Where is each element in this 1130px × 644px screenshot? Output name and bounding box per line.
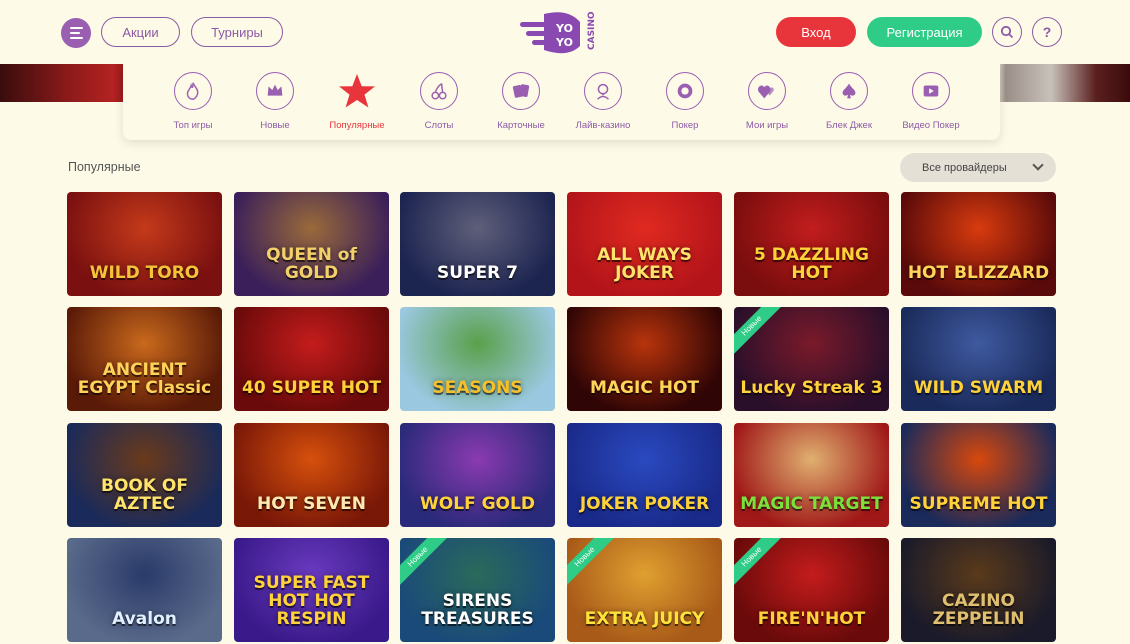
new-badge: Новые	[567, 538, 619, 591]
chevron-down-icon	[1032, 159, 1044, 171]
provider-filter-dropdown[interactable]: Все провайдеры	[900, 153, 1056, 182]
game-tile[interactable]: JOKER POKER	[567, 423, 722, 527]
game-tile[interactable]: ANCIENT EGYPT Classic	[67, 307, 222, 411]
promotions-button[interactable]: Акции	[101, 17, 180, 47]
star-icon	[338, 72, 376, 110]
game-title: 40 SUPER HOT	[242, 378, 381, 398]
game-title: CAZINO ZEPPELIN	[932, 591, 1025, 629]
game-title: HOT BLIZZARD	[907, 263, 1050, 283]
game-tile[interactable]: SIRENS TREASURES Новые	[400, 538, 555, 642]
flame-icon	[174, 72, 212, 110]
category-star[interactable]: Популярные	[316, 72, 398, 131]
game-title: EXTRA JUICY	[584, 609, 705, 629]
provider-filter-label: Все провайдеры	[922, 161, 1007, 174]
category-label: Блек Джек	[826, 120, 872, 131]
game-tile[interactable]: WILD TORO	[67, 192, 222, 296]
game-tile[interactable]: ALL WAYS JOKER	[567, 192, 722, 296]
game-title: SUPER FAST HOT HOT RESPIN	[253, 573, 370, 629]
category-label: Лайв-казино	[575, 120, 631, 131]
category-dealer[interactable]: Лайв-казино	[562, 72, 644, 131]
help-icon[interactable]: ?	[1032, 17, 1062, 47]
game-tile[interactable]: FIRE'N'HOT Новые	[734, 538, 889, 642]
game-tile[interactable]: QUEEN of GOLD	[234, 192, 389, 296]
category-cards[interactable]: Карточные	[480, 72, 562, 131]
hamburger-menu-icon[interactable]	[61, 18, 91, 48]
tournaments-button[interactable]: Турниры	[191, 17, 283, 47]
game-title: Avalon	[112, 609, 177, 629]
category-label: Мои игры	[745, 120, 789, 131]
new-badge: Новые	[734, 538, 786, 591]
game-tile[interactable]: SEASONS	[400, 307, 555, 411]
svg-text:CASINO: CASINO	[587, 11, 597, 50]
game-tile[interactable]: SUPER FAST HOT HOT RESPIN	[234, 538, 389, 642]
game-tile[interactable]: EXTRA JUICY Новые	[567, 538, 722, 642]
game-tile[interactable]: HOT BLIZZARD	[901, 192, 1056, 296]
poker-chip-icon	[666, 72, 704, 110]
category-label: Слоты	[424, 120, 454, 131]
game-tile[interactable]: WOLF GOLD	[400, 423, 555, 527]
game-tile[interactable]: 5 DAZZLING HOT	[734, 192, 889, 296]
game-title: SEASONS	[432, 378, 523, 398]
game-tile[interactable]: Lucky Streak 3 Новые	[734, 307, 889, 411]
game-tile[interactable]: MAGIC TARGET	[734, 423, 889, 527]
game-tile[interactable]: SUPER 7	[400, 192, 555, 296]
game-tile[interactable]: CAZINO ZEPPELIN	[901, 538, 1056, 642]
new-badge: Новые	[734, 307, 786, 360]
game-tile[interactable]: HOT SEVEN	[234, 423, 389, 527]
new-badge: Новые	[400, 538, 452, 591]
register-button[interactable]: Регистрация	[867, 17, 982, 47]
game-title: WILD TORO	[89, 263, 200, 283]
category-label: Новые	[260, 120, 290, 131]
game-title: WILD SWARM	[913, 378, 1044, 398]
game-tile[interactable]: MAGIC HOT	[567, 307, 722, 411]
category-menu: Топ игры Новые Популярные Слоты Карточные Лай…	[123, 64, 1000, 140]
category-cherries[interactable]: Слоты	[398, 72, 480, 131]
category-poker-chip[interactable]: Покер	[644, 72, 726, 131]
game-tile[interactable]: BOOK OF AZTEC	[67, 423, 222, 527]
game-tile[interactable]: 40 SUPER HOT	[234, 307, 389, 411]
cards-icon	[502, 72, 540, 110]
game-title: HOT SEVEN	[256, 494, 367, 514]
game-title: SIRENS TREASURES	[421, 591, 534, 629]
category-label: Видео Покер	[902, 120, 960, 131]
hearts-icon	[748, 72, 786, 110]
cherries-icon	[420, 72, 458, 110]
svg-text:YO: YO	[555, 36, 573, 49]
category-crown[interactable]: Новые	[234, 72, 316, 131]
login-button[interactable]: Вход	[776, 17, 856, 47]
crown-icon	[256, 72, 294, 110]
category-label: Карточные	[497, 120, 545, 131]
section-title: Популярные	[68, 160, 141, 174]
game-tile[interactable]: SUPREME HOT	[901, 423, 1056, 527]
game-title: WOLF GOLD	[420, 494, 535, 514]
category-hearts[interactable]: Мои игры	[726, 72, 808, 131]
category-spade[interactable]: Блек Джек	[808, 72, 890, 131]
category-label: Популярные	[329, 120, 385, 131]
game-title: MAGIC HOT	[589, 378, 700, 398]
game-title: JOKER POKER	[579, 494, 710, 514]
game-title: SUPER 7	[437, 263, 518, 283]
game-title: ALL WAYS JOKER	[597, 245, 692, 283]
game-title: 5 DAZZLING HOT	[753, 245, 869, 283]
category-video-play[interactable]: Видео Покер	[890, 72, 972, 131]
category-label: Топ игры	[173, 120, 213, 131]
search-icon[interactable]	[992, 17, 1022, 47]
spade-icon	[830, 72, 868, 110]
category-flame[interactable]: Топ игры	[152, 72, 234, 131]
game-title: FIRE'N'HOT	[757, 609, 866, 629]
game-tile[interactable]: Avalon	[67, 538, 222, 642]
game-tile[interactable]: WILD SWARM	[901, 307, 1056, 411]
video-play-icon	[912, 72, 950, 110]
game-title: Lucky Streak 3	[740, 378, 883, 398]
game-title: SUPREME HOT	[909, 494, 1048, 514]
game-title: QUEEN of GOLD	[266, 245, 357, 283]
game-title: BOOK OF AZTEC	[100, 476, 189, 514]
casino-logo[interactable]: YO YO CASINO	[518, 10, 608, 56]
svg-text:YO: YO	[555, 22, 573, 35]
category-label: Покер	[671, 120, 699, 131]
game-title: ANCIENT EGYPT Classic	[77, 360, 212, 398]
dealer-icon	[584, 72, 622, 110]
top-navigation-bar: Акции Турниры YO YO CASINO Вход Регистра…	[0, 0, 1130, 64]
game-title: MAGIC TARGET	[740, 494, 883, 514]
